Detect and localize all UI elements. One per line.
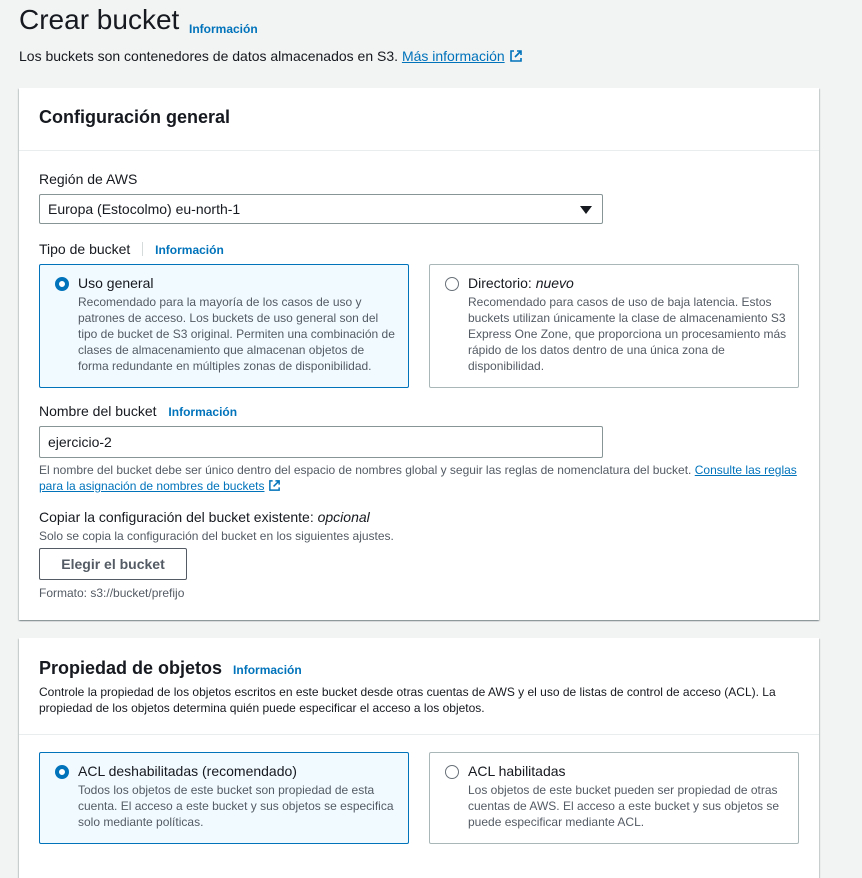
ownership-info-link[interactable]: Información (233, 663, 302, 677)
general-tile-title: Uso general (78, 275, 154, 291)
more-info-link[interactable]: Más información (402, 48, 505, 64)
directory-new-tag: nuevo (535, 275, 574, 291)
bucket-name-info-link[interactable]: Información (168, 405, 237, 419)
general-config-title: Configuración general (39, 107, 231, 127)
object-ownership-title: Propiedad de objetos Información (39, 658, 302, 679)
title-info-link[interactable]: Información (189, 22, 258, 36)
acl-disabled-radio[interactable] (55, 765, 69, 779)
directory-tile-desc: Recomendado para casos de uso de baja la… (468, 295, 787, 373)
region-select[interactable]: Europa (Estocolmo) eu-north-1 (39, 194, 603, 224)
panel-header: Configuración general (19, 88, 819, 151)
acl-enabled-desc: Los objetos de este bucket pueden ser pr… (468, 783, 780, 829)
bucket-name-value: ejercicio-2 (48, 434, 112, 450)
bucket-type-general-tile[interactable]: Uso general Recomendado para la mayoría … (39, 264, 409, 388)
acl-disabled-title: ACL deshabilitadas (recomendado) (78, 763, 297, 779)
general-radio[interactable] (55, 277, 69, 291)
divider (142, 242, 144, 256)
object-ownership-panel: Propiedad de objetos Información Control… (19, 638, 819, 878)
external-link-icon (509, 49, 523, 66)
bucket-name-label: Nombre del bucket Información (39, 403, 237, 419)
page-title: Crear bucket (19, 4, 180, 35)
external-link-icon (268, 479, 281, 496)
object-ownership-title-text: Propiedad de objetos (39, 658, 223, 678)
bucket-name-text: Nombre del bucket (39, 403, 157, 419)
general-tile-desc: Recomendado para la mayoría de los casos… (78, 295, 395, 373)
choose-bucket-button[interactable]: Elegir el bucket (39, 548, 187, 580)
object-ownership-desc: Controle la propiedad de los objetos esc… (39, 685, 776, 715)
page-subtitle: Los buckets son contenedores de datos al… (19, 48, 523, 66)
copy-config-optional: opcional (317, 509, 370, 525)
copy-config-text: Copiar la configuración del bucket exist… (39, 509, 314, 525)
caret-down-icon (580, 206, 592, 214)
copy-config-hint: Solo se copia la configuración del bucke… (39, 529, 394, 543)
acl-enabled-tile[interactable]: ACL habilitadas Los objetos de este buck… (429, 752, 799, 844)
directory-tile-title: Directorio: nuevo (468, 275, 788, 291)
region-label: Región de AWS (39, 171, 138, 187)
acl-disabled-tile[interactable]: ACL deshabilitadas (recomendado) Todos l… (39, 752, 409, 844)
bucket-name-input[interactable]: ejercicio-2 (39, 426, 603, 458)
acl-enabled-title: ACL habilitadas (468, 763, 566, 779)
bucket-type-info-link[interactable]: Información (155, 243, 224, 257)
region-value: Europa (Estocolmo) eu-north-1 (48, 201, 241, 217)
subtitle-text: Los buckets son contenedores de datos al… (19, 48, 399, 64)
more-info-label: Más información (401, 48, 505, 64)
bucket-type-text: Tipo de bucket (39, 241, 131, 257)
bucket-name-hint-text: El nombre del bucket debe ser único dent… (39, 463, 692, 477)
format-hint: Formato: s3://bucket/prefijo (39, 586, 185, 600)
bucket-name-hint: El nombre del bucket debe ser único dent… (39, 462, 799, 496)
panel-header: Propiedad de objetos Información Control… (19, 638, 819, 735)
bucket-type-directory-tile[interactable]: Directorio: nuevo Recomendado para casos… (429, 264, 799, 388)
acl-disabled-desc: Todos los objetos de este bucket son pro… (78, 783, 394, 829)
directory-radio[interactable] (445, 277, 459, 291)
general-config-panel: Configuración general Región de AWS Euro… (19, 88, 819, 620)
directory-title-text: Directorio: (468, 275, 532, 291)
copy-config-label: Copiar la configuración del bucket exist… (39, 509, 370, 525)
acl-enabled-radio[interactable] (445, 765, 459, 779)
bucket-type-label: Tipo de bucket Información (39, 241, 224, 257)
